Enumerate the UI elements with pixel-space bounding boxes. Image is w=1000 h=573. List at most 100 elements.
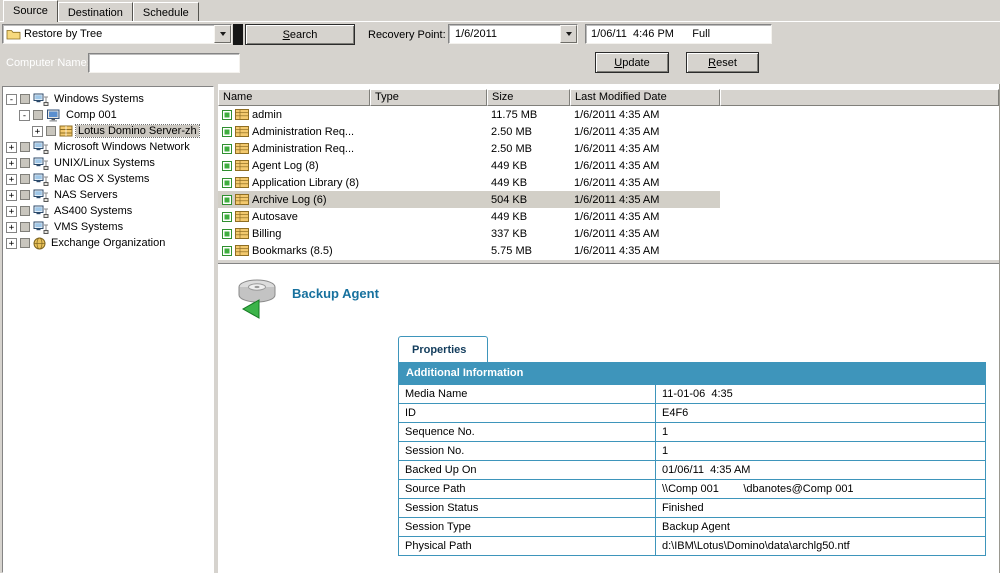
tree-item-lotus-domino-server-zh[interactable]: + Lotus Domino Server-zh — [3, 123, 213, 139]
checked-box-icon — [222, 161, 232, 171]
tree-expand-toggle[interactable]: + — [6, 142, 17, 153]
tree-item-label: Microsoft Windows Network — [52, 141, 192, 153]
backup-disk-icon — [232, 276, 282, 320]
tree-checkbox[interactable] — [20, 158, 30, 168]
checked-box-icon — [222, 178, 232, 188]
file-name-cell: Administration Req... — [218, 143, 370, 155]
file-row-administration-req[interactable]: Administration Req...2.50 MB1/6/2011 4:3… — [218, 140, 720, 157]
tree-expand-toggle[interactable]: + — [32, 126, 43, 137]
file-size-cell: 504 KB — [487, 194, 570, 206]
tree-expand-toggle[interactable]: + — [6, 238, 17, 249]
column-header-type[interactable]: Type — [370, 89, 487, 106]
file-row-billing[interactable]: Billing337 KB1/6/2011 4:35 AM — [218, 225, 720, 242]
tree-checkbox[interactable] — [20, 206, 30, 216]
tree-item-exchange-organization[interactable]: +Exchange Organization — [3, 235, 213, 251]
tree-expand-toggle[interactable]: - — [19, 110, 30, 121]
recovery-point-value: 1/6/2011 — [452, 28, 497, 40]
tree-checkbox[interactable] — [46, 126, 56, 136]
search-button[interactable]: Search — [245, 24, 355, 45]
tree-checkbox[interactable] — [20, 222, 30, 232]
file-row-application-library-8[interactable]: Application Library (8)449 KB1/6/2011 4:… — [218, 174, 720, 191]
file-name-label: Bookmarks (8.5) — [252, 245, 333, 257]
tree-checkbox[interactable] — [20, 142, 30, 152]
file-row-bookmarks-8-5[interactable]: Bookmarks (8.5)5.75 MB1/6/2011 4:35 AM — [218, 242, 720, 259]
file-row-archive-log-6[interactable]: Archive Log (6) 504 KB1/6/2011 4:35 AM — [218, 191, 720, 208]
info-label: Session Type — [399, 518, 656, 536]
file-name-cell: Archive Log (6) — [218, 194, 370, 206]
tree-item-label: VMS Systems — [52, 221, 125, 233]
additional-info-rows: Media Name11-01-06 4:35IDE4F6Sequence No… — [399, 384, 985, 555]
tree-checkbox[interactable] — [33, 110, 43, 120]
tree-checkbox[interactable] — [20, 190, 30, 200]
column-header-last-modified-date[interactable]: Last Modified Date — [570, 89, 720, 106]
file-row-admin[interactable]: admin11.75 MB1/6/2011 4:35 AM — [218, 106, 720, 123]
file-row-administration-req[interactable]: Administration Req...2.50 MB1/6/2011 4:3… — [218, 123, 720, 140]
checked-box-icon — [222, 127, 232, 137]
chevron-down-icon[interactable] — [214, 25, 231, 43]
tree-expand-toggle[interactable]: + — [6, 206, 17, 217]
tree-item-mac-os-x-systems[interactable]: + Mac OS X Systems — [3, 171, 213, 187]
file-modified-cell: 1/6/2011 4:35 AM — [570, 245, 720, 257]
tree-item-label: UNIX/Linux Systems — [52, 157, 157, 169]
tree-expand-toggle[interactable]: + — [6, 222, 17, 233]
tab-destination[interactable]: Destination — [58, 2, 133, 21]
main-area: -Windows Systems-Comp 001 + Lotus Domino S… — [0, 84, 1000, 573]
update-button[interactable]: Update — [595, 52, 669, 73]
computer-icon — [46, 109, 61, 122]
file-modified-cell: 1/6/2011 4:35 AM — [570, 211, 720, 223]
file-name-label: Administration Req... — [252, 143, 354, 155]
computer-name-label: Computer Name: — [6, 57, 90, 69]
file-name-cell: admin — [218, 109, 370, 121]
file-name-cell: Administration Req... — [218, 126, 370, 138]
reset-button[interactable]: Reset — [686, 52, 759, 73]
network-icon — [33, 221, 49, 234]
tree-checkbox[interactable] — [20, 94, 30, 104]
tab-source[interactable]: Source — [3, 0, 58, 22]
file-row-agent-log-8[interactable]: Agent Log (8)449 KB1/6/2011 4:35 AM — [218, 157, 720, 174]
tree-item-windows-systems[interactable]: -Windows Systems — [3, 91, 213, 107]
info-row-session-type: Session TypeBackup Agent — [399, 517, 985, 536]
info-row-session-no: Session No.1 — [399, 441, 985, 460]
tree-item-microsoft-windows-network[interactable]: + Microsoft Windows Network — [3, 139, 213, 155]
tree-expand-toggle[interactable]: + — [6, 190, 17, 201]
column-header-size[interactable]: Size — [487, 89, 570, 106]
computer-name-input[interactable] — [88, 53, 240, 73]
chevron-down-icon[interactable] — [560, 25, 577, 43]
file-row-autosave[interactable]: Autosave449 KB1/6/2011 4:35 AM — [218, 208, 720, 225]
tab-properties[interactable]: Properties — [398, 336, 488, 362]
database-icon — [235, 143, 249, 154]
tree-item-as400-systems[interactable]: +AS400 Systems — [3, 203, 213, 219]
info-row-sequence-no: Sequence No.1 — [399, 422, 985, 441]
tree-item-nas-servers[interactable]: + NAS Servers — [3, 187, 213, 203]
info-row-session-status: Session StatusFinished — [399, 498, 985, 517]
file-modified-cell: 1/6/2011 4:35 AM — [570, 194, 720, 206]
file-modified-cell: 1/6/2011 4:35 AM — [570, 126, 720, 138]
restore-mode-combobox[interactable]: Restore by Tree — [2, 24, 232, 44]
tree-item-vms-systems[interactable]: + VMS Systems — [3, 219, 213, 235]
tree-expand-toggle[interactable]: - — [6, 94, 17, 105]
recovery-point-combobox[interactable]: 1/6/2011 — [448, 24, 578, 44]
database-icon — [235, 194, 249, 205]
tree-checkbox[interactable] — [20, 238, 30, 248]
restore-manager-window: Source Destination Schedule Restore by T… — [0, 0, 1000, 573]
file-modified-cell: 1/6/2011 4:35 AM — [570, 109, 720, 121]
column-header-name[interactable]: Name — [218, 89, 370, 106]
file-modified-cell: 1/6/2011 4:35 AM — [570, 143, 720, 155]
tree-expand-toggle[interactable]: + — [6, 174, 17, 185]
tree-item-comp-001[interactable]: -Comp 001 — [3, 107, 213, 123]
tree-checkbox[interactable] — [20, 174, 30, 184]
checked-box-icon — [222, 110, 232, 120]
info-value: Backup Agent — [656, 518, 985, 536]
additional-info-header: Additional Information — [399, 363, 985, 384]
tree-item-label: Lotus Domino Server-zh — [76, 125, 199, 137]
folder-icon — [6, 28, 21, 40]
column-header-filler — [720, 89, 999, 106]
tree-expand-toggle[interactable]: + — [6, 158, 17, 169]
tab-schedule[interactable]: Schedule — [133, 2, 199, 21]
info-label: Backed Up On — [399, 461, 656, 479]
tree-item-unix-linux-systems[interactable]: + UNIX/Linux Systems — [3, 155, 213, 171]
tree-item-label: Mac OS X Systems — [52, 173, 151, 185]
tree-item-label: NAS Servers — [52, 189, 120, 201]
file-name-label: Application Library (8) — [252, 177, 359, 189]
domino-icon — [59, 125, 73, 137]
